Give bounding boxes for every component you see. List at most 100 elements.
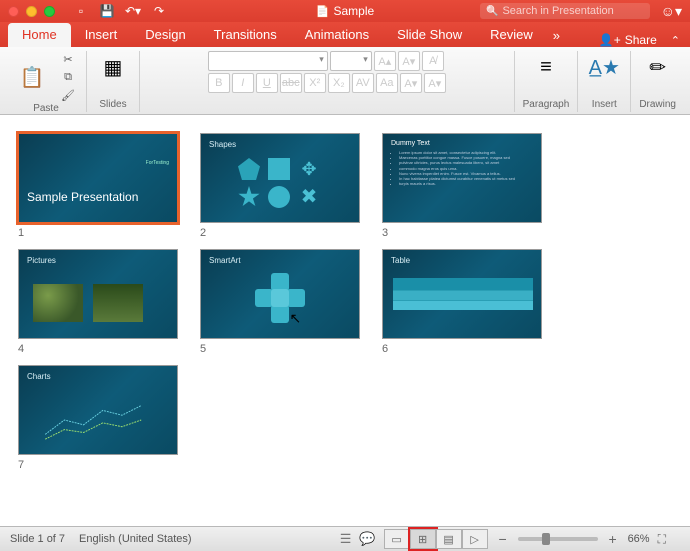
insert-button[interactable]: A̲★ bbox=[586, 51, 622, 83]
font-size-combo[interactable] bbox=[330, 51, 372, 71]
slides-label: Slides bbox=[99, 99, 126, 112]
document-title: Sample bbox=[316, 4, 374, 18]
drawing-group: ✏ Drawing bbox=[631, 51, 684, 112]
view-buttons: ▭ ⊞ ▤ ▷ bbox=[384, 529, 488, 549]
slide-number: 4 bbox=[18, 343, 178, 355]
insert-label: Insert bbox=[592, 99, 617, 112]
slide-thumb-4[interactable]: Pictures 4 bbox=[18, 249, 178, 355]
tab-review[interactable]: Review bbox=[476, 23, 547, 47]
paragraph-group: ≡ Paragraph bbox=[515, 51, 579, 112]
grow-font-button[interactable]: A▴ bbox=[374, 51, 396, 71]
share-button[interactable]: 👤+ Share bbox=[599, 33, 657, 47]
slide-title: SmartArt bbox=[201, 250, 359, 271]
paste-button[interactable]: 📋 bbox=[14, 61, 50, 93]
slide-title: Dummy Text bbox=[391, 140, 533, 147]
new-slide-icon: ▦ bbox=[99, 53, 127, 81]
minimize-window-button[interactable] bbox=[26, 6, 37, 17]
reading-view-button[interactable]: ▤ bbox=[436, 529, 462, 549]
paste-icon: 📋 bbox=[18, 63, 46, 91]
window-controls bbox=[8, 6, 55, 17]
italic-button[interactable]: I bbox=[232, 73, 254, 93]
close-window-button[interactable] bbox=[8, 6, 19, 17]
slide-counter: Slide 1 of 7 bbox=[10, 533, 65, 545]
slide-bullets: Lorem ipsum dolor sit amet, consectetur … bbox=[391, 150, 533, 186]
slide-thumb-6[interactable]: Table 6 bbox=[382, 249, 542, 355]
slide-title: Shapes bbox=[201, 134, 359, 155]
cut-button[interactable]: ✂ bbox=[58, 51, 78, 67]
slides-group: ▦ Slides bbox=[87, 51, 140, 112]
tab-transitions[interactable]: Transitions bbox=[200, 23, 291, 47]
tab-home[interactable]: Home bbox=[8, 23, 71, 47]
highlight-button[interactable]: A▾ bbox=[424, 73, 446, 93]
share-icon: 👤+ bbox=[599, 33, 621, 47]
slide-number: 3 bbox=[382, 227, 542, 239]
clear-format-button[interactable]: A̸ bbox=[422, 51, 444, 71]
zoom-slider[interactable] bbox=[518, 537, 598, 541]
subscript-button[interactable]: X₂ bbox=[328, 73, 350, 93]
slide-thumb-1[interactable]: ForTesting Sample Presentation 1 bbox=[18, 133, 178, 239]
slideshow-view-button[interactable]: ▷ bbox=[462, 529, 488, 549]
tab-insert[interactable]: Insert bbox=[71, 23, 132, 47]
shrink-font-button[interactable]: A▾ bbox=[398, 51, 420, 71]
slide-subtitle: ForTesting bbox=[146, 160, 169, 166]
paragraph-icon: ≡ bbox=[532, 53, 560, 81]
table-graphic bbox=[393, 278, 533, 310]
slide-sorter-view[interactable]: ForTesting Sample Presentation 1 Shapes … bbox=[0, 115, 690, 526]
search-box[interactable] bbox=[480, 3, 650, 19]
language-indicator[interactable]: English (United States) bbox=[79, 533, 192, 545]
zoom-in-button[interactable]: + bbox=[606, 531, 620, 547]
slide-title: Pictures bbox=[19, 250, 177, 271]
comments-button[interactable]: 💬 bbox=[359, 531, 375, 547]
underline-button[interactable]: U bbox=[256, 73, 278, 93]
share-label: Share bbox=[625, 33, 657, 47]
undo-icon[interactable]: ↶▾ bbox=[125, 3, 141, 19]
save-icon[interactable]: ▫ bbox=[73, 3, 89, 19]
notes-button[interactable]: ☰ bbox=[340, 531, 352, 547]
normal-view-button[interactable]: ▭ bbox=[384, 529, 410, 549]
paragraph-label: Paragraph bbox=[523, 99, 570, 112]
slide-thumb-2[interactable]: Shapes ✥ ✖ 2 bbox=[200, 133, 360, 239]
chart-graphic bbox=[39, 396, 157, 444]
slide-thumb-5[interactable]: SmartArt ↖ 5 bbox=[200, 249, 360, 355]
sorter-view-button[interactable]: ⊞ bbox=[410, 529, 436, 549]
zoom-out-button[interactable]: − bbox=[496, 531, 510, 547]
save-as-icon[interactable]: 💾 bbox=[99, 3, 115, 19]
superscript-button[interactable]: X² bbox=[304, 73, 326, 93]
slide-title: Charts bbox=[19, 366, 177, 387]
search-input[interactable] bbox=[502, 5, 644, 17]
font-name-combo[interactable] bbox=[208, 51, 328, 71]
fit-to-window-button[interactable]: ⛶ bbox=[658, 532, 666, 547]
tabs-overflow[interactable]: » bbox=[547, 24, 566, 47]
new-slide-button[interactable]: ▦ bbox=[95, 51, 131, 83]
font-color-button[interactable]: A▾ bbox=[400, 73, 422, 93]
zoom-percent[interactable]: 66% bbox=[628, 533, 650, 545]
bold-button[interactable]: B bbox=[208, 73, 230, 93]
slide-number: 6 bbox=[382, 343, 542, 355]
insert-icon: A̲★ bbox=[590, 53, 618, 81]
cursor-icon: ↖ bbox=[289, 310, 301, 327]
zoom-window-button[interactable] bbox=[44, 6, 55, 17]
redo-icon[interactable]: ↷ bbox=[151, 3, 167, 19]
drawing-icon: ✏ bbox=[644, 53, 672, 81]
slide-main-title: Sample Presentation bbox=[27, 190, 138, 204]
slide-number: 5 bbox=[200, 343, 360, 355]
pictures-graphic bbox=[33, 284, 143, 322]
spacing-button[interactable]: AV bbox=[352, 73, 374, 93]
collapse-ribbon-icon[interactable]: ⌃ bbox=[671, 34, 680, 47]
slide-thumb-7[interactable]: Charts 7 bbox=[18, 365, 178, 471]
change-case-button[interactable]: Aa bbox=[376, 73, 398, 93]
drawing-label: Drawing bbox=[639, 99, 676, 112]
format-painter-button[interactable]: 🖌 bbox=[58, 87, 78, 103]
shapes-graphic: ✥ ✖ bbox=[238, 158, 322, 208]
tab-design[interactable]: Design bbox=[131, 23, 199, 47]
strike-button[interactable]: abc bbox=[280, 73, 302, 93]
drawing-button[interactable]: ✏ bbox=[640, 51, 676, 83]
tab-animations[interactable]: Animations bbox=[291, 23, 383, 47]
copy-button[interactable]: ⧉ bbox=[58, 69, 78, 85]
account-icon[interactable]: ☺▾ bbox=[661, 3, 682, 20]
paragraph-button[interactable]: ≡ bbox=[528, 51, 564, 83]
slide-number: 2 bbox=[200, 227, 360, 239]
tab-slideshow[interactable]: Slide Show bbox=[383, 23, 476, 47]
status-bar: Slide 1 of 7 English (United States) ☰ 💬… bbox=[0, 526, 690, 551]
slide-thumb-3[interactable]: Dummy Text Lorem ipsum dolor sit amet, c… bbox=[382, 133, 542, 239]
